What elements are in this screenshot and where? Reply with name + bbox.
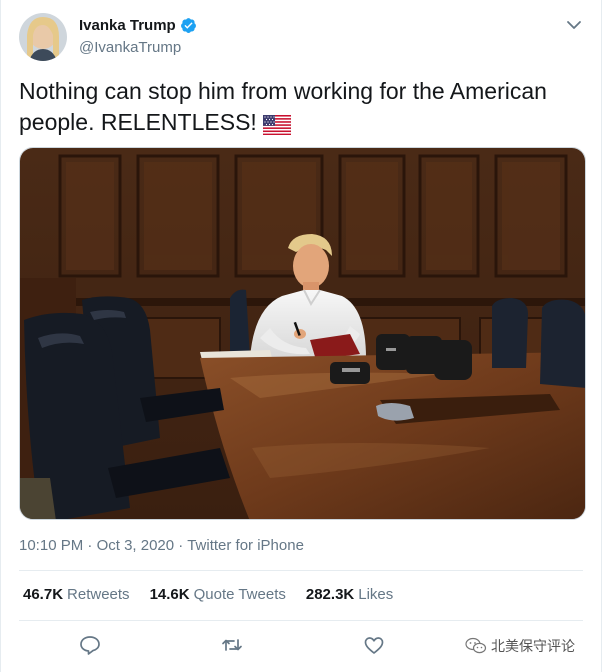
us-flag-icon — [262, 112, 292, 136]
author-handle[interactable]: @IvankaTrump — [79, 39, 181, 56]
verified-badge-icon — [180, 17, 197, 34]
retweets-stat[interactable]: 46.7K Retweets — [23, 586, 130, 603]
author-name-row[interactable]: Ivanka Trump — [79, 17, 197, 34]
tweet-card: Ivanka Trump @IvankaTrump Nothing can st… — [0, 0, 602, 672]
tweet-source[interactable]: Twitter for iPhone — [187, 537, 304, 554]
quote-tweets-stat[interactable]: 14.6K Quote Tweets — [150, 586, 286, 603]
tweet-text: Nothing can stop him from working for th… — [19, 76, 579, 138]
likes-label: Likes — [358, 586, 394, 603]
likes-count: 282.3K — [305, 586, 355, 603]
tweet-timestamp[interactable]: 10:10 PM · Oct 3, 2020 · Twitter for iPh… — [19, 537, 304, 554]
display-name[interactable]: Ivanka Trump — [79, 17, 176, 34]
tweet-stats: 46.7K Retweets 14.6K Quote Tweets 282.3K Li… — [23, 586, 393, 603]
retweet-icon[interactable] — [220, 633, 244, 657]
watermark-text: 北美保守评论 — [491, 638, 575, 654]
wechat-icon — [465, 637, 487, 655]
reply-icon[interactable] — [78, 633, 102, 657]
like-icon[interactable] — [362, 633, 386, 657]
retweets-label: Retweets — [67, 586, 130, 603]
tweet-time[interactable]: 10:10 PM — [19, 537, 83, 554]
quotes-label: Quote Tweets — [193, 586, 286, 603]
meta-separator: · — [87, 537, 93, 554]
retweets-count: 46.7K — [23, 586, 64, 603]
meta-separator-2: · — [178, 537, 184, 554]
tweet-photo[interactable] — [19, 147, 586, 520]
chevron-down-icon[interactable] — [565, 16, 583, 34]
watermark: 北美保守评论 — [465, 636, 575, 656]
tweet-date[interactable]: Oct 3, 2020 — [97, 537, 175, 554]
avatar[interactable] — [19, 13, 67, 61]
likes-stat[interactable]: 282.3K Likes — [306, 586, 393, 603]
divider — [19, 570, 583, 571]
quotes-count: 14.6K — [149, 586, 190, 603]
divider — [19, 620, 583, 621]
